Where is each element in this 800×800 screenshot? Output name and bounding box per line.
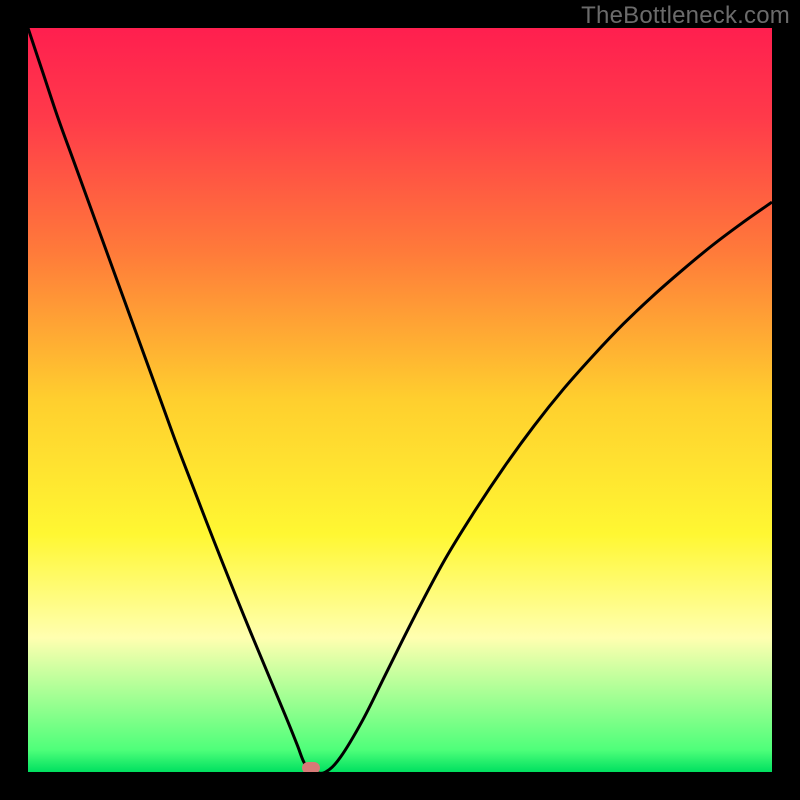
gradient-background bbox=[28, 28, 772, 772]
plot-svg bbox=[28, 28, 772, 772]
plot-area bbox=[28, 28, 772, 772]
chart-frame: TheBottleneck.com bbox=[0, 0, 800, 800]
optimal-point-marker bbox=[302, 762, 320, 772]
watermark-text: TheBottleneck.com bbox=[581, 2, 790, 30]
